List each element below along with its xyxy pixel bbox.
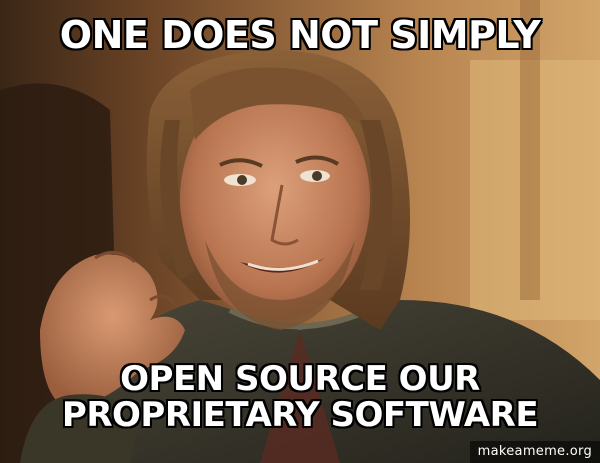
watermark: makeameme.org	[469, 441, 600, 463]
bottom-caption-line2: PROPRIETARY SOFTWARE	[61, 394, 540, 435]
top-caption: ONE DOES NOT SIMPLY	[59, 13, 542, 57]
bottom-caption-line1: OPEN SOURCE OUR	[119, 359, 481, 399]
bottom-caption: OPEN SOURCE OUR PROPRIETARY SOFTWARE	[0, 359, 600, 435]
meme-image: ONE DOES NOT SIMPLY OPEN SOURCE OUR PROP…	[0, 0, 600, 463]
